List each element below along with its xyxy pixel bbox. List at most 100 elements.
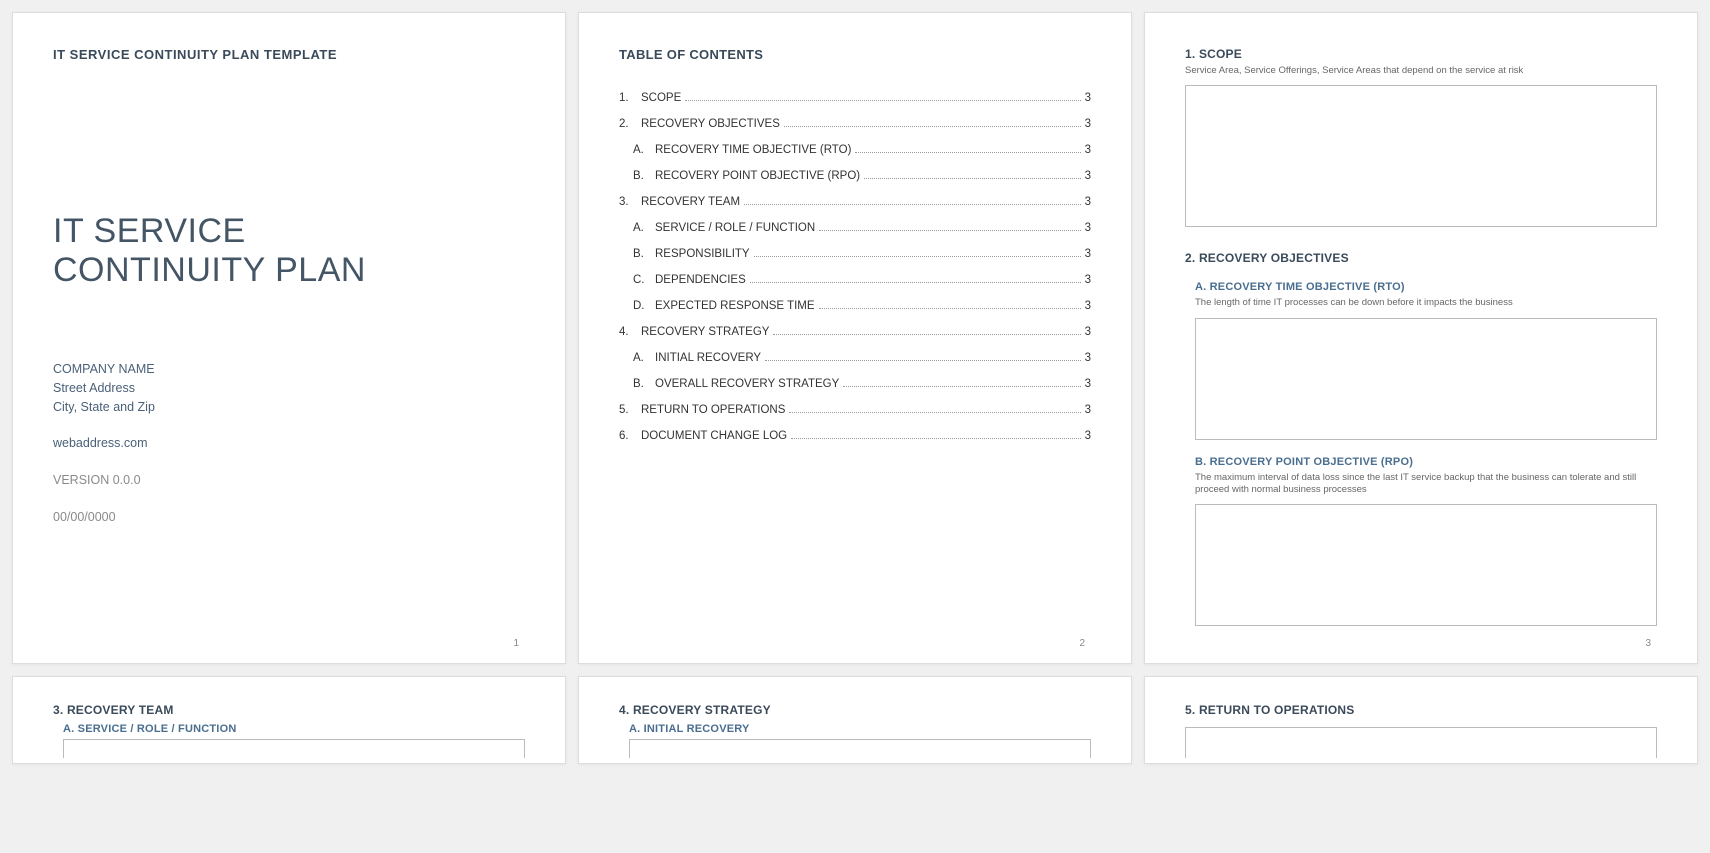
toc-page-ref: 3 [1085,92,1091,104]
toc-dots [773,334,1080,335]
toc-page-ref: 3 [1085,222,1091,234]
recovery-objectives-section: 2. RECOVERY OBJECTIVES A. RECOVERY TIME … [1185,251,1657,626]
page-1-cover: IT SERVICE CONTINUITY PLAN TEMPLATE IT S… [12,12,566,664]
toc-dots [819,308,1081,309]
toc-number: 2. [619,118,641,130]
version-label: VERSION 0.0.0 [53,471,525,490]
toc-label: DOCUMENT CHANGE LOG [641,430,787,442]
toc-number: B. [633,378,655,390]
toc-number: 4. [619,326,641,338]
page-3-content: 1. SCOPE Service Area, Service Offerings… [1144,12,1698,664]
template-label: IT SERVICE CONTINUITY PLAN TEMPLATE [53,47,525,62]
toc-number: A. [633,144,655,156]
recovery-strategy-input-box[interactable] [629,739,1091,758]
toc-list: 1.SCOPE32.RECOVERY OBJECTIVES3A.RECOVERY… [619,92,1091,442]
page-2-toc: TABLE OF CONTENTS 1.SCOPE32.RECOVERY OBJ… [578,12,1132,664]
page-number: 3 [1645,638,1651,649]
toc-label: RECOVERY TEAM [641,196,740,208]
return-to-operations-input-box[interactable] [1185,727,1657,758]
toc-page-ref: 3 [1085,352,1091,364]
toc-row: C.DEPENDENCIES 3 [619,274,1091,286]
toc-row: 5.RETURN TO OPERATIONS 3 [619,404,1091,416]
toc-title: TABLE OF CONTENTS [619,47,1091,62]
toc-row: 3.RECOVERY TEAM 3 [619,196,1091,208]
toc-label: SCOPE [641,92,681,104]
toc-label: RECOVERY OBJECTIVES [641,118,780,130]
toc-number: A. [633,222,655,234]
toc-page-ref: 3 [1085,274,1091,286]
toc-dots [855,152,1080,153]
toc-page-ref: 3 [1085,404,1091,416]
scope-title: 1. SCOPE [1185,47,1657,61]
toc-page-ref: 3 [1085,118,1091,130]
toc-page-ref: 3 [1085,248,1091,260]
toc-page-ref: 3 [1085,196,1091,208]
toc-number: B. [633,170,655,182]
recovery-team-input-box[interactable] [63,739,525,758]
toc-dots [750,282,1081,283]
title-line-2: CONTINUITY PLAN [53,251,366,289]
toc-dots [791,438,1080,439]
toc-row: B.OVERALL RECOVERY STRATEGY 3 [619,378,1091,390]
recovery-team-title: 3. RECOVERY TEAM [53,703,525,717]
rpo-title: B. RECOVERY POINT OBJECTIVE (RPO) [1195,456,1657,468]
toc-label: RESPONSIBILITY [655,248,750,260]
toc-number: 3. [619,196,641,208]
street-address: Street Address [53,379,525,398]
company-name: COMPANY NAME [53,360,525,379]
page-5-partial: 4. RECOVERY STRATEGY A. INITIAL RECOVERY [578,676,1132,764]
scope-desc: Service Area, Service Offerings, Service… [1185,65,1657,77]
toc-row: 4.RECOVERY STRATEGY 3 [619,326,1091,338]
title-line-1: IT SERVICE [53,212,246,250]
toc-page-ref: 3 [1085,144,1091,156]
toc-label: SERVICE / ROLE / FUNCTION [655,222,815,234]
toc-page-ref: 3 [1085,378,1091,390]
toc-label: RETURN TO OPERATIONS [641,404,785,416]
toc-row: D.EXPECTED RESPONSE TIME 3 [619,300,1091,312]
toc-page-ref: 3 [1085,170,1091,182]
document-pages-grid: IT SERVICE CONTINUITY PLAN TEMPLATE IT S… [12,12,1698,764]
date-placeholder: 00/00/0000 [53,508,525,527]
toc-number: A. [633,352,655,364]
return-to-operations-title: 5. RETURN TO OPERATIONS [1185,703,1657,717]
company-block: COMPANY NAME Street Address City, State … [53,360,525,527]
toc-row: 6.DOCUMENT CHANGE LOG 3 [619,430,1091,442]
toc-row: B.RECOVERY POINT OBJECTIVE (RPO)3 [619,170,1091,182]
toc-label: DEPENDENCIES [655,274,746,286]
toc-dots [843,386,1080,387]
toc-page-ref: 3 [1085,300,1091,312]
scope-input-box[interactable] [1185,85,1657,227]
toc-row: 1.SCOPE 3 [619,92,1091,104]
toc-dots [754,256,1081,257]
toc-row: A.INITIAL RECOVERY3 [619,352,1091,364]
toc-label: RECOVERY STRATEGY [641,326,769,338]
toc-row: 2.RECOVERY OBJECTIVES 3 [619,118,1091,130]
scope-section: 1. SCOPE Service Area, Service Offerings… [1185,47,1657,227]
toc-label: OVERALL RECOVERY STRATEGY [655,378,839,390]
rto-title: A. RECOVERY TIME OBJECTIVE (RTO) [1195,281,1657,293]
page-number: 2 [1079,638,1085,649]
toc-row: A.RECOVERY TIME OBJECTIVE (RTO) 3 [619,144,1091,156]
toc-number: 5. [619,404,641,416]
toc-page-ref: 3 [1085,326,1091,338]
toc-dots [765,360,1081,361]
recovery-objectives-title: 2. RECOVERY OBJECTIVES [1185,251,1657,265]
recovery-strategy-title: 4. RECOVERY STRATEGY [619,703,1091,717]
initial-recovery-title: A. INITIAL RECOVERY [629,723,1091,735]
toc-label: EXPECTED RESPONSE TIME [655,300,815,312]
toc-number: 1. [619,92,641,104]
rto-desc: The length of time IT processes can be d… [1195,297,1657,309]
toc-number: D. [633,300,655,312]
toc-number: B. [633,248,655,260]
page-4-partial: 3. RECOVERY TEAM A. SERVICE / ROLE / FUN… [12,676,566,764]
toc-dots [864,178,1080,179]
toc-row: B.RESPONSIBILITY 3 [619,248,1091,260]
toc-dots [789,412,1080,413]
toc-page-ref: 3 [1085,430,1091,442]
toc-number: C. [633,274,655,286]
toc-number: 6. [619,430,641,442]
rto-input-box[interactable] [1195,318,1657,440]
rpo-input-box[interactable] [1195,504,1657,626]
page-number: 1 [513,638,519,649]
toc-label: RECOVERY TIME OBJECTIVE (RTO) [655,144,851,156]
